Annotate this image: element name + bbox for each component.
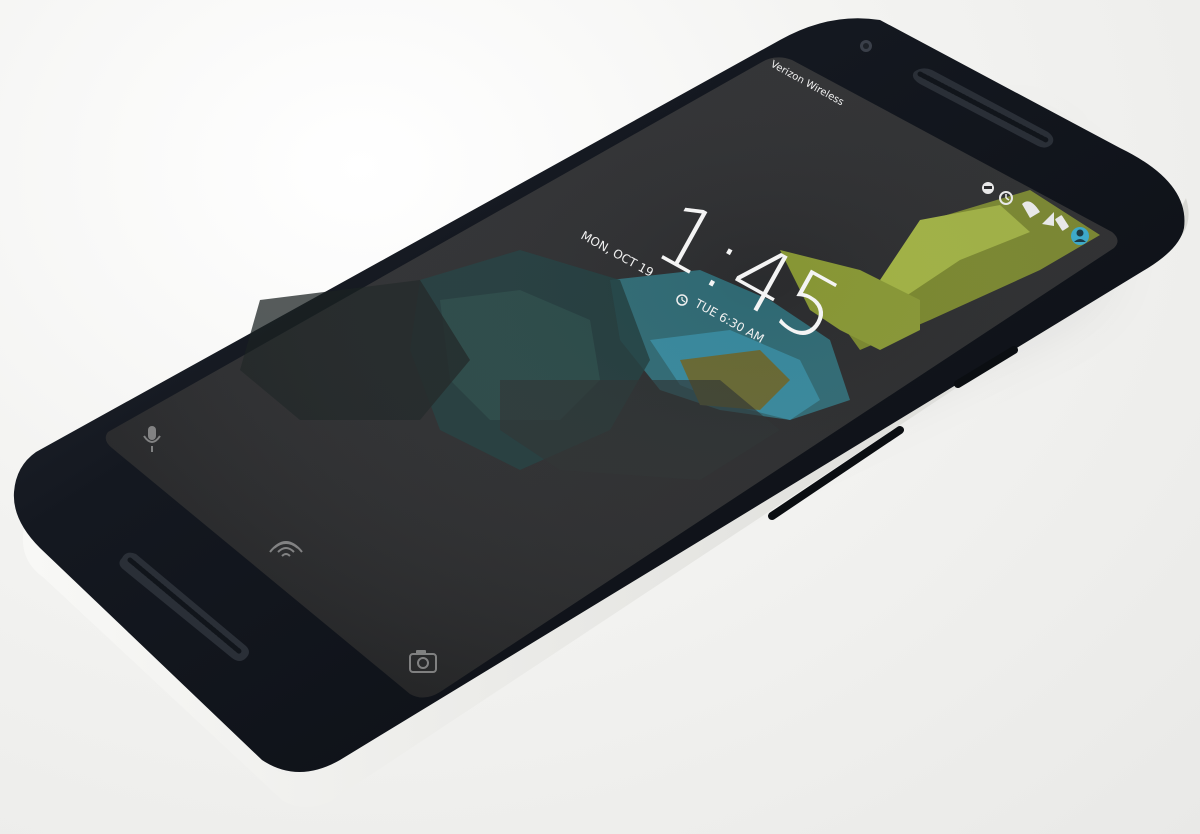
smartphone: Verizon Wireless 1:45 MON, OCT 19 TUE 6:…	[13, 18, 1189, 807]
photo-scene: Verizon Wireless 1:45 MON, OCT 19 TUE 6:…	[0, 0, 1200, 834]
